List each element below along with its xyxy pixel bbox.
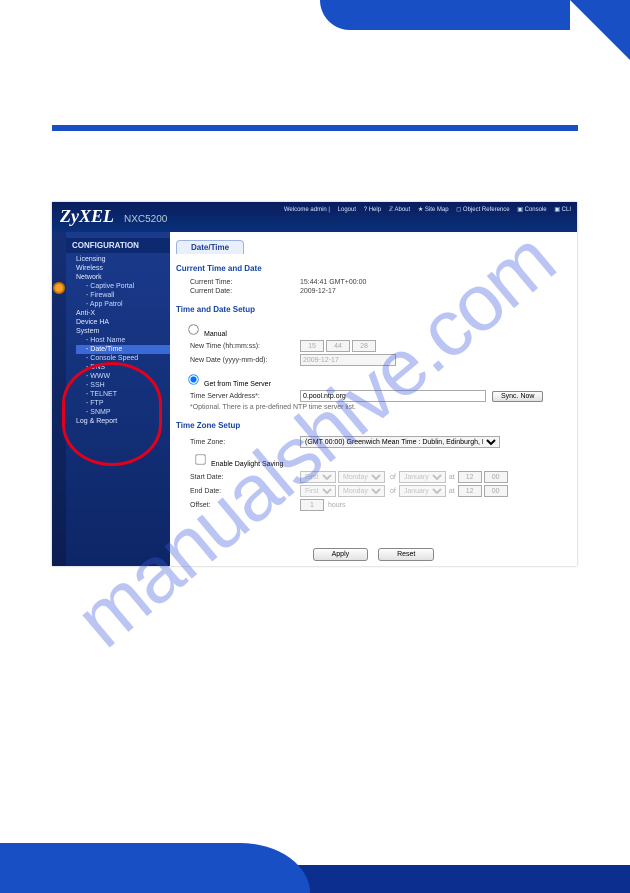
brand-logo: ZyXEL (60, 206, 114, 227)
sidebar-item-antix[interactable]: Anti-X (76, 309, 170, 318)
sidebar-item-captive[interactable]: Captive Portal (76, 282, 170, 291)
sidebar-item-logreport[interactable]: Log & Report (76, 417, 170, 426)
newdate-label: New Date (yyyy-mm-dd): (190, 357, 300, 364)
radio-timeserver-label: Get from Time Server (204, 381, 271, 388)
radio-manual-input[interactable] (188, 324, 198, 334)
current-date-label: Current Date: (190, 288, 300, 295)
newtime-label: New Time (hh:mm:ss): (190, 343, 300, 350)
content-panel: Date/Time Current Time and Date Current … (170, 232, 577, 566)
sync-now-button[interactable]: Sync. Now (492, 391, 543, 402)
page-footer-shape (0, 823, 630, 893)
startdate-label: Start Date: (190, 474, 300, 481)
of-text: of (390, 474, 396, 481)
section-current: Current Time and Date (176, 264, 577, 273)
enddate-hh[interactable] (458, 485, 482, 497)
top-horizontal-rule (52, 125, 578, 131)
model-label: NXC5200 (124, 214, 167, 225)
enddate-mm[interactable] (484, 485, 508, 497)
startdate-hh[interactable] (458, 471, 482, 483)
dst-label: Enable Daylight Saving (211, 461, 283, 468)
newtime-mm[interactable] (326, 340, 350, 352)
gear-icon[interactable] (53, 282, 65, 294)
sidebar-item-www[interactable]: WWW (76, 372, 170, 381)
page-header-corner (570, 0, 630, 60)
titlebar: ZyXEL NXC5200 Welcome admin | Logout ? H… (52, 202, 577, 232)
about-link[interactable]: ℤ About (389, 207, 410, 213)
section-tz: Time Zone Setup (176, 421, 577, 430)
current-time-value: 15:44:41 GMT+00:00 (300, 279, 366, 286)
at-text2: at (449, 488, 455, 495)
cli-link[interactable]: ▣ CLI (554, 207, 571, 213)
of-text2: of (390, 488, 396, 495)
offset-label: Offset: (190, 502, 300, 509)
logout-link[interactable]: Logout (338, 207, 356, 213)
sidebar-item-consolespeed[interactable]: Console Speed (76, 354, 170, 363)
app-screenshot: ZyXEL NXC5200 Welcome admin | Logout ? H… (52, 202, 577, 566)
sidebar-item-firewall[interactable]: Firewall (76, 291, 170, 300)
top-links: Welcome admin | Logout ? Help ℤ About ★ … (278, 206, 571, 213)
tab-datetime[interactable]: Date/Time (176, 240, 244, 254)
startdate-mm[interactable] (484, 471, 508, 483)
enddate-ordinal[interactable]: First (300, 485, 336, 497)
at-text: at (449, 474, 455, 481)
sidebar-item-ssh[interactable]: SSH (76, 381, 170, 390)
help-link[interactable]: ? Help (364, 207, 381, 213)
sidebar: CONFIGURATION Licensing Wireless Network… (66, 232, 170, 566)
offset-input[interactable] (300, 499, 324, 511)
sidebar-item-system[interactable]: System (76, 327, 170, 336)
sidebar-item-network[interactable]: Network (76, 273, 170, 282)
dst-checkbox-input[interactable] (195, 454, 205, 464)
sidebar-item-apppatrol[interactable]: App Patrol (76, 300, 170, 309)
timezone-select[interactable]: (GMT 00:00) Greenwich Mean Time : Dublin… (300, 436, 500, 448)
radio-manual[interactable]: Manual (182, 331, 227, 338)
sidebar-item-deviceha[interactable]: Device HA (76, 318, 170, 327)
hours-text: hours (328, 502, 346, 509)
sidebar-item-wireless[interactable]: Wireless (76, 264, 170, 273)
timeserver-addr-input[interactable] (300, 390, 486, 402)
newtime-ss[interactable] (352, 340, 376, 352)
startdate-day[interactable]: Monday (338, 471, 385, 483)
apply-button[interactable]: Apply (313, 548, 369, 561)
current-time-label: Current Time: (190, 279, 300, 286)
timeserver-addr-label: Time Server Address*: (190, 393, 300, 400)
sidebar-item-licensing[interactable]: Licensing (76, 255, 170, 264)
objref-link[interactable]: ◻ Object Reference (456, 207, 509, 213)
startdate-month[interactable]: January (399, 471, 446, 483)
startdate-ordinal[interactable]: First (300, 471, 336, 483)
icon-strip (52, 232, 66, 566)
sidebar-header: CONFIGURATION (66, 238, 170, 253)
radio-timeserver-input[interactable] (188, 374, 198, 384)
sidebar-item-snmp[interactable]: SNMP (76, 408, 170, 417)
sidebar-item-hostname[interactable]: Host Name (76, 336, 170, 345)
section-setup: Time and Date Setup (176, 305, 577, 314)
radio-timeserver[interactable]: Get from Time Server (182, 381, 271, 388)
newtime-hh[interactable] (300, 340, 324, 352)
dst-checkbox[interactable]: Enable Daylight Saving (190, 450, 283, 469)
radio-manual-label: Manual (204, 331, 227, 338)
reset-button[interactable]: Reset (378, 548, 434, 561)
console-link[interactable]: ▣ Console (517, 207, 546, 213)
sidebar-item-dns[interactable]: DNS (76, 363, 170, 372)
newdate-input[interactable] (300, 354, 396, 366)
sidebar-item-telnet[interactable]: TELNET (76, 390, 170, 399)
enddate-label: End Date: (190, 488, 300, 495)
sitemap-link[interactable]: ★ Site Map (418, 207, 449, 213)
enddate-day[interactable]: Monday (338, 485, 385, 497)
welcome-text: Welcome admin | (284, 207, 330, 213)
sidebar-item-ftp[interactable]: FTP (76, 399, 170, 408)
timezone-label: Time Zone: (190, 439, 300, 446)
sidebar-item-datetime[interactable]: Date/Time (76, 345, 170, 354)
timeserver-note: *Optional. There is a pre-defined NTP ti… (190, 404, 577, 411)
enddate-month[interactable]: January (399, 485, 446, 497)
current-date-value: 2009-12-17 (300, 288, 336, 295)
